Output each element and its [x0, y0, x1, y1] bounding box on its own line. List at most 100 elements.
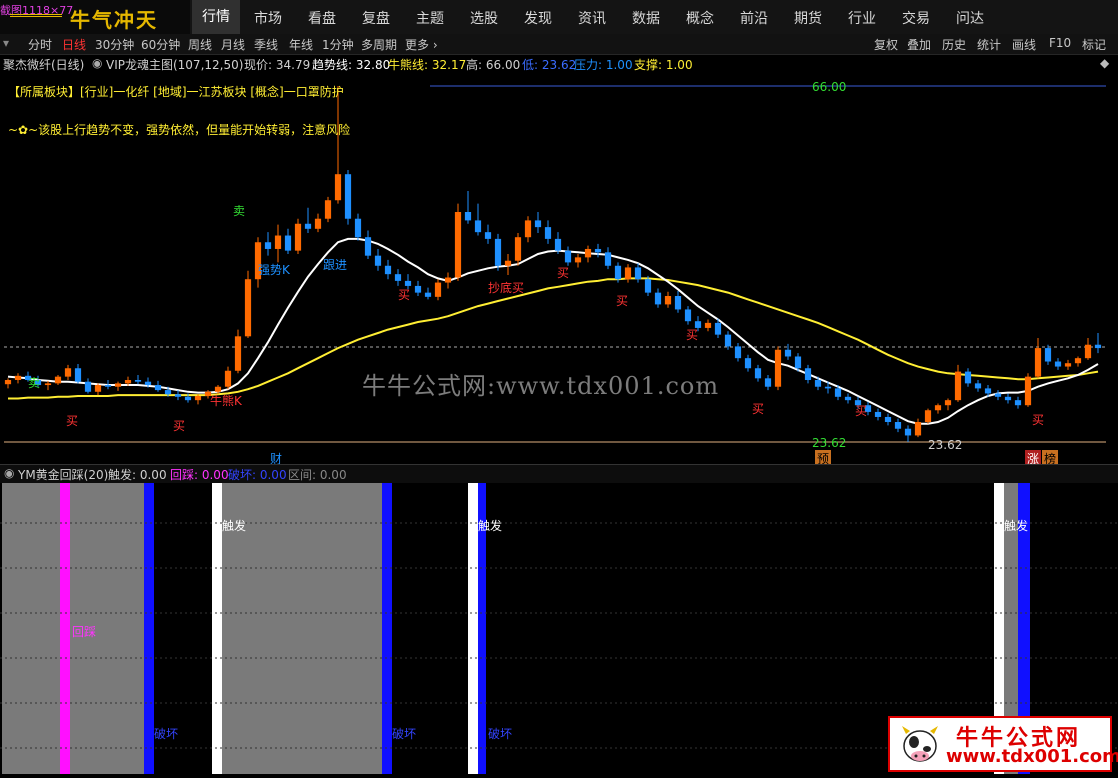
nav-item[interactable]: 期货 — [794, 8, 822, 28]
nav-item[interactable]: 行业 — [848, 8, 876, 28]
logo-text: 牛气冲天 — [70, 8, 158, 32]
candle-body — [794, 356, 802, 369]
nav-item[interactable]: 数据 — [632, 8, 660, 28]
cow-mascot-icon — [902, 726, 938, 762]
candle-body — [844, 396, 852, 401]
buy-signal: 买 — [686, 328, 699, 342]
period-item[interactable]: 日线 — [62, 36, 86, 53]
period-item[interactable]: 年线 — [289, 36, 313, 53]
toolbar-button[interactable]: 标记 — [1082, 36, 1106, 53]
sub-indicator-toggle-icon[interactable]: ◉ — [4, 466, 14, 480]
candle-body — [514, 237, 522, 261]
period-item[interactable]: 季线 — [254, 36, 278, 53]
nav-item[interactable]: 资讯 — [578, 8, 606, 28]
main-indicator-name[interactable]: VIP龙魂主图(107,12,50) — [106, 56, 243, 73]
candle-body — [684, 309, 692, 322]
period-item[interactable]: 分时 — [28, 36, 52, 53]
candle-body — [914, 422, 922, 436]
candle-body — [64, 368, 72, 377]
current-price: 现价: 34.79 — [244, 58, 311, 72]
follow-label: 跟进 — [323, 258, 348, 272]
nav-item[interactable]: 发现 — [524, 8, 552, 28]
bull-bear-k-label: 牛熊K — [210, 394, 242, 408]
break-label: 破坏 — [392, 727, 417, 741]
strong-k-label: 强势K — [258, 263, 290, 277]
bottom-buy-label: 抄底买 — [488, 281, 525, 295]
break-bar — [382, 483, 392, 774]
sub-indicator-name[interactable]: YM黄金回踩(20) — [18, 466, 108, 483]
toolbar-button[interactable]: F10 — [1049, 36, 1071, 50]
break-label: 破坏 — [154, 727, 179, 741]
candle-body — [374, 255, 382, 266]
buy-signal: 买 — [752, 402, 765, 416]
candle-body — [424, 292, 432, 297]
period-item[interactable]: 更多 › — [405, 36, 438, 53]
candle-body — [574, 257, 582, 263]
nav-item[interactable]: 交易 — [902, 8, 930, 28]
buy-signal: 买 — [398, 288, 411, 302]
trigger-bar — [212, 483, 222, 774]
candle-body — [604, 252, 612, 266]
collapse-icon[interactable]: ▾ — [3, 36, 9, 50]
buy-signal: 买 — [616, 294, 629, 308]
candle-body — [84, 381, 92, 392]
break-bar — [144, 483, 154, 774]
watermark-text: 牛牛公式网:www.tdx001.com — [362, 372, 720, 400]
candle-body — [664, 296, 672, 305]
nav-item[interactable]: 选股 — [470, 8, 498, 28]
toolbar-button[interactable]: 复权 — [874, 36, 898, 53]
candle-body — [1084, 344, 1092, 359]
main-candlestick-chart[interactable]: 【所属板块】[行业]一化纤 [地域]一江苏板块 [概念]一口罩防护 ~✿~该股上… — [0, 72, 1118, 467]
toolbar-button[interactable]: 统计 — [977, 36, 1001, 53]
candle-body — [714, 322, 722, 335]
candle-body — [554, 238, 562, 251]
indicator-toggle-icon[interactable]: ◉ — [92, 56, 102, 70]
candle-body — [784, 349, 792, 357]
candle-body — [334, 174, 342, 201]
nav-item[interactable]: 主题 — [416, 8, 444, 28]
brand-badge[interactable]: 牛牛公式网 www.tdx001.com — [888, 716, 1118, 772]
candle-body — [824, 386, 832, 389]
toolbar-button[interactable]: 叠加 — [907, 36, 931, 53]
candle-body — [364, 237, 372, 256]
nav-item[interactable]: 前沿 — [740, 8, 768, 28]
period-item[interactable]: 月线 — [221, 36, 245, 53]
nav-item[interactable]: 看盘 — [308, 8, 336, 28]
expand-icon[interactable]: ◆ — [1100, 56, 1109, 70]
candle-body — [194, 395, 202, 401]
top-navigation-bar: 截图1118×77 牛气冲天 行情 市场 看盘 复盘 主题 选股 发现 资讯 数据 概念 前沿 期货 行… — [0, 0, 1118, 35]
break-label: 破坏 — [488, 727, 513, 741]
stock-name[interactable]: 聚杰微纤(日线) — [3, 56, 84, 73]
toolbar-button[interactable]: 画线 — [1012, 36, 1036, 53]
period-item[interactable]: 60分钟 — [141, 36, 180, 53]
candle-body — [474, 220, 482, 233]
candle-body — [964, 371, 972, 384]
candle-body — [534, 220, 542, 228]
candle-body — [624, 267, 632, 280]
candle-body — [394, 274, 402, 281]
candle-body — [164, 390, 172, 395]
candle-body — [974, 383, 982, 389]
candle-body — [144, 381, 152, 386]
period-item[interactable]: 周线 — [188, 36, 212, 53]
candle-body — [324, 200, 332, 219]
candle-body — [244, 279, 252, 337]
candle-body — [14, 375, 22, 381]
nav-item[interactable]: 概念 — [686, 8, 714, 28]
period-item[interactable]: 30分钟 — [95, 36, 134, 53]
toolbar-button[interactable]: 历史 — [942, 36, 966, 53]
candle-body — [544, 227, 552, 239]
candle-body — [594, 248, 602, 253]
candle-body — [124, 380, 132, 384]
period-item[interactable]: 多周期 — [361, 36, 397, 53]
nav-item[interactable]: 复盘 — [362, 8, 390, 28]
candle-body — [894, 422, 902, 429]
candle-body — [524, 220, 532, 238]
candle-body — [154, 385, 162, 391]
nav-item[interactable]: 问达 — [956, 8, 984, 28]
candle-body — [354, 218, 362, 238]
period-item[interactable]: 1分钟 — [322, 36, 354, 53]
nav-item[interactable]: 行情 — [192, 0, 240, 34]
nav-item[interactable]: 市场 — [254, 8, 282, 28]
low-price-marker: 23.62 — [928, 438, 963, 452]
